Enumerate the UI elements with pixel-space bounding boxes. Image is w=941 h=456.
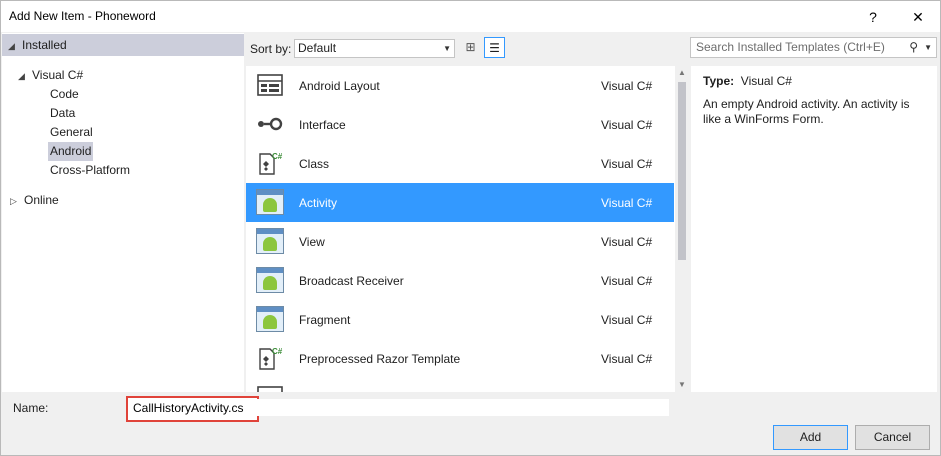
interface-icon [256,111,284,137]
tree-item-online[interactable]: ▷ Online [8,191,61,210]
class-icon: C# [256,150,284,176]
template-row[interactable]: C# Preprocessed Razor Template Visual C# [246,339,674,378]
add-button[interactable]: Add [773,425,848,450]
sort-by-select[interactable]: Default ▼ [294,39,455,58]
template-row[interactable]: Interface Visual C# [246,105,674,144]
scrollbar-thumb[interactable] [678,82,686,260]
chevron-down-icon: ▼ [443,44,451,53]
android-icon [256,189,284,215]
list-view-icon: ☰ [489,41,500,55]
close-button[interactable]: ✕ [896,1,940,33]
name-input[interactable] [129,399,669,416]
tree-item-installed[interactable]: ◢ Installed [2,34,244,56]
tree-item-android[interactable]: Android [48,142,94,161]
chevron-down-icon: ▼ [924,43,932,52]
svg-text:C#: C# [272,347,283,356]
tree-item-general[interactable]: General [48,123,95,142]
template-description-text: An empty Android activity. An activity i… [703,97,910,126]
scroll-down-icon[interactable]: ▼ [675,378,689,392]
medium-icons-view-button[interactable]: ⊞ [460,37,481,58]
template-type: Type: Visual C# [703,74,792,88]
template-list-scrollbar[interactable]: ▲ ▼ [675,66,689,392]
template-row-partial[interactable] [246,378,674,392]
template-row[interactable]: View Visual C# [246,222,674,261]
tree-item-data[interactable]: Data [48,104,77,123]
template-row-selected[interactable]: Activity Visual C# [246,183,674,222]
template-row[interactable]: Broadcast Receiver Visual C# [246,261,674,300]
tree-item-visual-csharp[interactable]: ◢ Visual C# [16,66,85,85]
layout-icon [256,72,284,98]
search-icon: ⚲ [909,40,918,54]
template-row[interactable]: C# Class Visual C# [246,144,674,183]
android-icon [256,267,284,293]
template-row[interactable]: Fragment Visual C# [246,300,674,339]
tree-item-code[interactable]: Code [48,85,81,104]
android-icon [256,306,284,332]
template-category-tree: ◢ Installed ◢ Visual C# Code Data General … [2,33,244,392]
svg-text:C#: C# [272,152,283,161]
window-title: Add New Item - Phoneword [9,9,156,23]
grid-view-icon: ⊞ [465,40,476,54]
template-row[interactable]: Android Layout Visual C# [246,66,674,105]
list-view-button[interactable]: ☰ [484,37,505,58]
class-icon: C# [256,345,284,371]
template-description-pane: Type: Visual C# An empty Android activit… [691,66,937,392]
template-list: Android Layout Visual C# Interface Visua… [246,66,689,392]
scroll-up-icon[interactable]: ▲ [675,66,689,80]
expanded-arrow-icon: ◢ [18,71,25,81]
cancel-button[interactable]: Cancel [855,425,930,450]
sort-by-label: Sort by: [250,42,292,56]
help-button[interactable]: ? [851,1,895,33]
collapsed-arrow-icon: ▷ [10,196,17,206]
android-icon [256,228,284,254]
dialog-body: ◢ Installed ◢ Visual C# Code Data General … [0,32,941,456]
tree-item-cross-platform[interactable]: Cross-Platform [48,161,132,180]
search-templates-input[interactable]: Search Installed Templates (Ctrl+E) ⚲ ▼ [690,37,937,58]
title-bar: Add New Item - Phoneword ? ✕ [0,0,941,32]
layout-icon [256,384,284,392]
name-label: Name: [13,401,49,415]
expanded-arrow-icon: ◢ [8,41,15,51]
